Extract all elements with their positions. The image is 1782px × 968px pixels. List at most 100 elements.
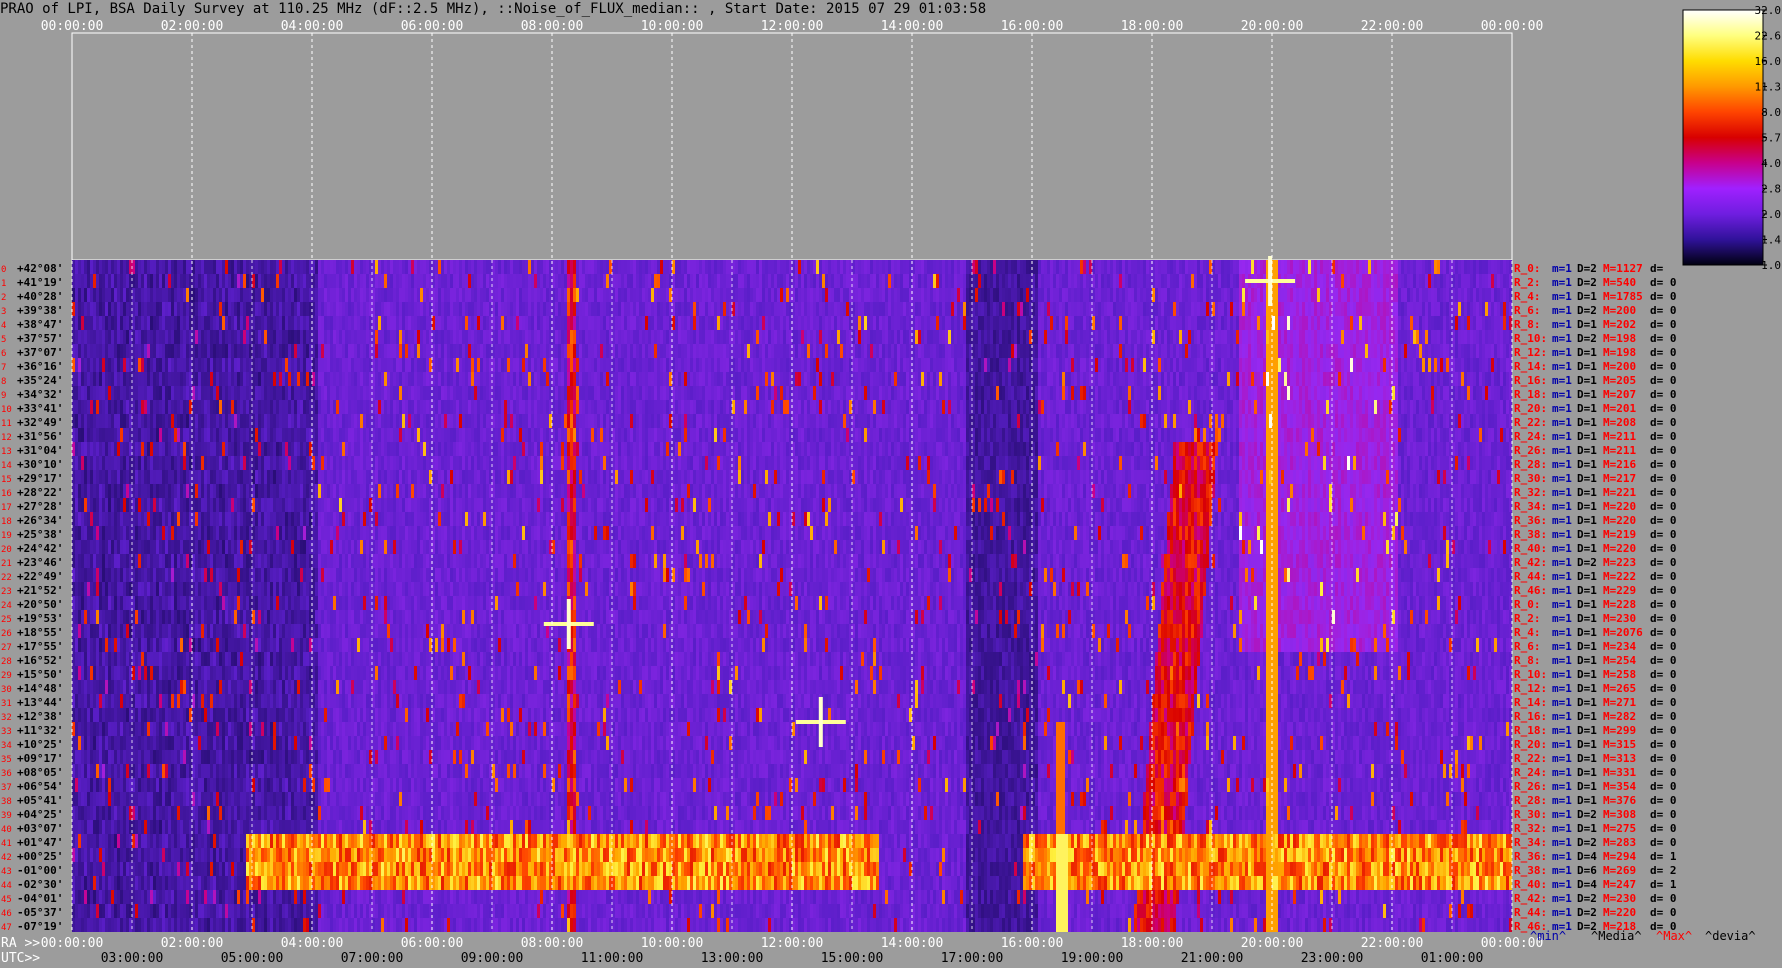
stat-median: D=1 <box>1577 346 1597 359</box>
stat-row-label: R_22: <box>1514 416 1547 429</box>
stat-median: D=1 <box>1577 402 1597 415</box>
bottom-utc-tick-label: 13:00:00 <box>701 951 764 966</box>
colorbar-tick-label: 22.6 <box>1755 30 1782 43</box>
stat-min: m=1 <box>1552 500 1572 513</box>
stat-max: M=254 <box>1603 654 1636 667</box>
stat-max: M=331 <box>1603 766 1636 779</box>
colorbar-tick-label: 32.0 <box>1755 4 1782 17</box>
row-index-label: 30 <box>1 685 12 695</box>
declination-label: +40°28' <box>17 290 63 303</box>
stat-min: m=1 <box>1552 360 1572 373</box>
stat-deviation: d= <box>1650 262 1664 275</box>
stat-min: m=1 <box>1552 290 1572 303</box>
stat-min: m=1 <box>1552 556 1572 569</box>
declination-label: +17°55' <box>17 640 63 653</box>
declination-label: +24°42' <box>17 542 63 555</box>
stat-deviation: d= 0 <box>1650 556 1677 569</box>
heatmap-chart: 00:00:00 00:00:00 02:00:00 02:00:00 04:00:00… <box>1 4 1782 966</box>
stat-row-label: R_26: <box>1514 780 1547 793</box>
top-tick-label: 12:00:00 <box>761 19 824 34</box>
stat-median: D=6 <box>1577 864 1597 877</box>
stat-row-label: R_26: <box>1514 444 1547 457</box>
stat-row-label: R_6: <box>1514 304 1541 317</box>
stat-max: M=234 <box>1603 640 1636 653</box>
stat-deviation: d= 0 <box>1650 724 1677 737</box>
stat-min: m=1 <box>1552 710 1572 723</box>
row-index-label: 13 <box>1 447 12 457</box>
declination-label: +03°07' <box>17 822 63 835</box>
declination-label: +15°50' <box>17 668 63 681</box>
stat-min: m=1 <box>1552 808 1572 821</box>
stat-max: M=217 <box>1603 472 1636 485</box>
declination-label: +36°16' <box>17 360 63 373</box>
stat-row-label: R_16: <box>1514 710 1547 723</box>
stat-row-label: R_20: <box>1514 402 1547 415</box>
declination-label: +28°22' <box>17 486 63 499</box>
stat-deviation: d= 0 <box>1650 668 1677 681</box>
stat-deviation: d= 0 <box>1650 836 1677 849</box>
stat-median: D=1 <box>1577 668 1597 681</box>
row-index-label: 8 <box>1 377 6 387</box>
stat-max: M=220 <box>1603 500 1636 513</box>
stat-deviation: d= 0 <box>1650 570 1677 583</box>
stat-min: m=1 <box>1552 402 1572 415</box>
stat-median: D=1 <box>1577 654 1597 667</box>
stat-deviation: d= 0 <box>1650 486 1677 499</box>
stat-row-label: R_0: <box>1514 262 1541 275</box>
row-index-label: 43 <box>1 867 12 877</box>
declination-label: +16°52' <box>17 654 63 667</box>
stat-max: M=376 <box>1603 794 1636 807</box>
stat-max: M=200 <box>1603 304 1636 317</box>
stat-deviation: d= 0 <box>1650 388 1677 401</box>
stat-row-label: R_42: <box>1514 892 1547 905</box>
row-index-label: 6 <box>1 349 6 359</box>
row-index-label: 45 <box>1 895 12 905</box>
stat-median: D=2 <box>1577 836 1597 849</box>
colorbar-tick-label: 5.7 <box>1761 132 1781 145</box>
stat-deviation: d= 0 <box>1650 276 1677 289</box>
row-index-label: 15 <box>1 475 12 485</box>
top-tick-label: 16:00:00 <box>1001 19 1064 34</box>
stat-min: m=1 <box>1552 640 1572 653</box>
stat-median: D=1 <box>1577 528 1597 541</box>
stat-median: D=2 <box>1577 276 1597 289</box>
bottom-ra-tick-label: 02:00:00 <box>161 936 224 951</box>
top-tick-label: 08:00:00 <box>521 19 584 34</box>
stat-max: M=198 <box>1603 346 1636 359</box>
top-tick-label: 02:00:00 <box>161 19 224 34</box>
row-index-label: 38 <box>1 797 12 807</box>
stat-max: M=313 <box>1603 752 1636 765</box>
stat-row-label: R_42: <box>1514 556 1547 569</box>
stat-min: m=1 <box>1552 766 1572 779</box>
stat-min: m=1 <box>1552 276 1572 289</box>
stat-row-label: R_32: <box>1514 486 1547 499</box>
row-index-label: 1 <box>1 279 6 289</box>
stat-median: D=1 <box>1577 682 1597 695</box>
bottom-utc-tick-label: 05:00:00 <box>221 951 284 966</box>
stat-deviation: d= 0 <box>1650 794 1677 807</box>
row-index-label: 3 <box>1 307 6 317</box>
stat-max: M=540 <box>1603 276 1636 289</box>
row-index-label: 28 <box>1 657 12 667</box>
stat-max: M=198 <box>1603 332 1636 345</box>
stat-median: D=2 <box>1577 808 1597 821</box>
stat-max: M=294 <box>1603 850 1636 863</box>
stat-row-label: R_28: <box>1514 794 1547 807</box>
declination-label: +34°32' <box>17 388 63 401</box>
stat-max: M=211 <box>1603 444 1636 457</box>
stat-max: M=221 <box>1603 486 1636 499</box>
stat-median: D=1 <box>1577 290 1597 303</box>
row-index-label: 21 <box>1 559 12 569</box>
stat-deviation: d= 0 <box>1650 430 1677 443</box>
top-tick-label: 04:00:00 <box>281 19 344 34</box>
bottom-ra-tick-label: 08:00:00 <box>521 936 584 951</box>
stat-deviation: d= 1 <box>1650 850 1677 863</box>
stat-row-label: R_2: <box>1514 612 1541 625</box>
stat-min: m=1 <box>1552 836 1572 849</box>
stat-median: D=1 <box>1577 430 1597 443</box>
stat-row-label: R_24: <box>1514 766 1547 779</box>
stat-max: M=354 <box>1603 780 1636 793</box>
stat-row-label: R_6: <box>1514 640 1541 653</box>
stat-min: m=1 <box>1552 430 1572 443</box>
stat-row-label: R_24: <box>1514 430 1547 443</box>
